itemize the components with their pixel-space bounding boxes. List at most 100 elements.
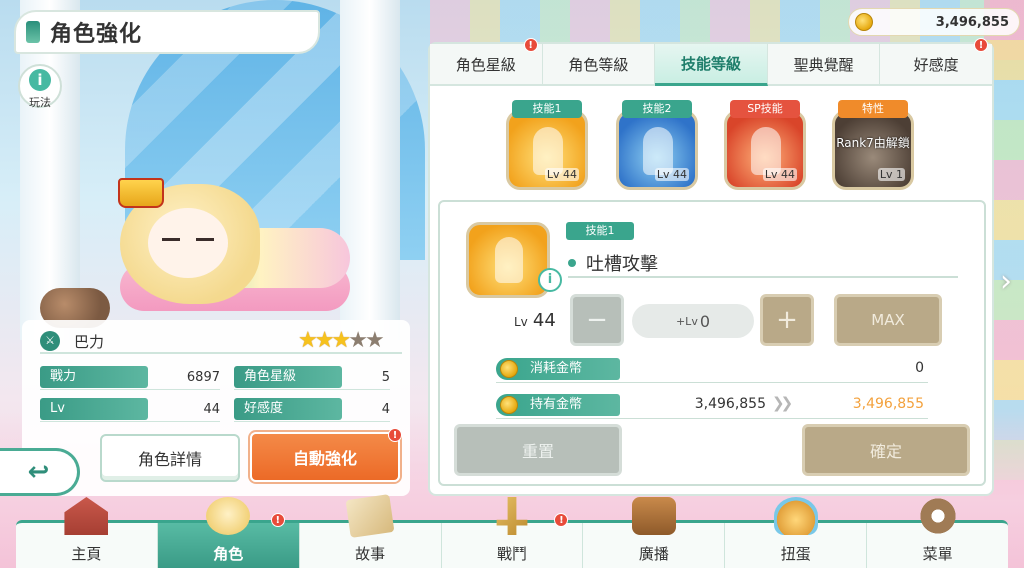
- stat-label: 戰力: [40, 366, 148, 388]
- skill-level: Lv 44: [654, 168, 689, 181]
- tab-label: 角色星級: [455, 55, 516, 74]
- double-arrow-icon: ❯❯: [772, 394, 793, 412]
- skill-level: Lv 1: [877, 168, 905, 181]
- tab-label: 聖典覺醒: [793, 55, 854, 74]
- stat-label: 好感度: [234, 398, 342, 420]
- nav-label: 故事: [355, 545, 386, 563]
- skill-icon: Lv 44: [724, 110, 806, 190]
- crown-icon: [118, 178, 164, 208]
- skill-tag: 技能1: [566, 222, 634, 240]
- auto-enhance-label: 自動強化: [292, 449, 357, 468]
- tab-4[interactable]: 好感度!: [880, 38, 992, 86]
- confirm-button[interactable]: 確定: [802, 424, 970, 476]
- coin-icon: [500, 396, 518, 414]
- stat-label: 角色星級: [234, 366, 342, 388]
- nav-label: 菜單: [922, 545, 953, 563]
- alert-badge: !: [523, 38, 538, 52]
- alert-badge: !: [388, 428, 402, 442]
- nav-item-3[interactable]: 戰鬥!: [442, 497, 584, 568]
- auto-enhance-button[interactable]: 自動強化 !: [250, 428, 402, 482]
- current-skill-level: Lv 44: [514, 310, 556, 331]
- nav-label: 主頁: [71, 545, 102, 563]
- owned-label-text: 持有金幣: [530, 397, 583, 412]
- gold-counter: 3,496,855: [848, 8, 1020, 36]
- nav-label: 扭蛋: [780, 545, 811, 563]
- alert-badge: !: [554, 513, 569, 527]
- nav-item-0[interactable]: 主頁: [16, 497, 158, 568]
- coin-icon: [500, 360, 518, 378]
- tab-3[interactable]: 聖典覺醒: [767, 44, 881, 86]
- nav-label: 角色: [213, 545, 244, 563]
- stat-value: 6897: [186, 369, 220, 385]
- cost-label-text: 消耗金幣: [530, 361, 583, 376]
- star-empty-icon: ★: [364, 328, 385, 353]
- skill-figure: [495, 237, 523, 283]
- enhance-tabs: 角色星級! 角色等級 技能等級 聖典覺醒 好感度!: [430, 38, 992, 86]
- character-icon: [206, 497, 251, 535]
- nav-item-4[interactable]: 廣播: [583, 497, 726, 568]
- skill-slot-2[interactable]: SP技能 Lv 44: [724, 100, 806, 192]
- character-detail-button[interactable]: 角色詳情: [100, 434, 240, 482]
- cost-value: 0: [915, 360, 924, 376]
- alert-badge: !: [270, 513, 285, 527]
- add-level-value: 0: [699, 311, 711, 331]
- stat-affection: 好感度 4: [234, 398, 390, 422]
- nav-item-5[interactable]: 扭蛋: [725, 497, 868, 568]
- owned-label: 持有金幣: [496, 394, 620, 416]
- class-sword-icon: ⚔: [40, 331, 60, 351]
- character-face: [148, 208, 228, 278]
- tab-1[interactable]: 角色等級: [542, 44, 656, 86]
- stat-star-level: 角色星級 5: [234, 366, 390, 390]
- stat-lv: Lv 44: [40, 398, 220, 422]
- selected-skill-icon: [466, 222, 550, 298]
- tab-label: 技能等級: [680, 55, 741, 73]
- increase-level-button[interactable]: +: [760, 294, 814, 346]
- skill-name-row: 吐槽攻擊: [568, 250, 958, 278]
- title-bar: 角色強化: [14, 10, 320, 54]
- skill-slot-tag: 技能1: [512, 100, 582, 118]
- max-level-button[interactable]: MAX: [834, 294, 942, 346]
- nav-label: 戰鬥: [497, 545, 528, 563]
- nav-label: 廣播: [638, 545, 669, 563]
- skill-slot-tag: SP技能: [730, 100, 800, 118]
- skill-name: 吐槽攻擊: [586, 254, 658, 275]
- owned-gold-after: 3,496,855: [852, 396, 924, 412]
- stat-value: 5: [381, 369, 390, 385]
- alert-badge: !: [973, 38, 988, 52]
- stat-label: Lv: [40, 398, 148, 420]
- level-prefix: Lv: [514, 315, 528, 329]
- tab-0[interactable]: 角色星級!: [430, 38, 543, 86]
- gacha-icon: [773, 497, 818, 535]
- stat-value: 44: [203, 401, 220, 417]
- nav-item-2[interactable]: 故事: [300, 494, 442, 568]
- skill-slot-0[interactable]: 技能1 Lv 44: [506, 100, 588, 192]
- skill-icon: Rank7由解鎖 Lv 1: [832, 110, 914, 190]
- gold-value: 3,496,855: [935, 14, 1009, 30]
- level-value: 44: [532, 310, 556, 331]
- add-level-field[interactable]: +Lv 0: [632, 304, 754, 338]
- character-sprite: [40, 168, 370, 328]
- reset-button[interactable]: 重置: [454, 424, 622, 476]
- tab-label: 好感度: [913, 55, 959, 74]
- skill-info-button[interactable]: i: [538, 268, 562, 292]
- howto-label: 玩法: [29, 96, 51, 109]
- skill-slot-1[interactable]: 技能2 Lv 44: [616, 100, 698, 192]
- nav-item-6[interactable]: 菜單: [867, 497, 1008, 568]
- character-eye: [162, 238, 180, 241]
- decrease-level-button[interactable]: −: [570, 294, 624, 346]
- info-icon: i: [29, 69, 51, 91]
- skill-level: Lv 44: [544, 168, 579, 181]
- bullet-dot: [568, 259, 576, 267]
- nav-item-1[interactable]: 角色!: [157, 497, 300, 568]
- back-button[interactable]: ↩: [0, 448, 80, 496]
- howto-button[interactable]: i 玩法: [18, 64, 62, 109]
- skill-slot-3[interactable]: 特性 Rank7由解鎖 Lv 1: [832, 100, 914, 192]
- page-title: 角色強化: [50, 22, 143, 47]
- tab-2[interactable]: 技能等級: [655, 44, 768, 86]
- tab-label: 角色等級: [568, 55, 629, 74]
- stat-power: 戰力 6897: [40, 366, 220, 390]
- next-character-arrow-icon[interactable]: ›: [996, 262, 1016, 302]
- add-level-prefix: +Lv: [675, 314, 698, 328]
- skill-locked-text: Rank7由解鎖: [836, 136, 910, 150]
- character-eye: [196, 238, 214, 241]
